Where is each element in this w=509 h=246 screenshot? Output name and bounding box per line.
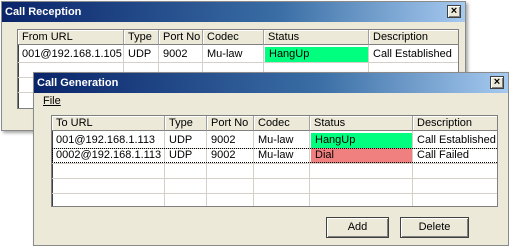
row-url: 001@192.168.1.113 (56, 134, 156, 146)
menu-file[interactable]: File (43, 95, 61, 107)
row-codec: Mu-law (258, 134, 294, 146)
row-port: 9002 (163, 48, 188, 60)
row-focus-outline (52, 148, 497, 163)
call-generation-window: Call Generation × File To URL Type Port … (33, 72, 509, 246)
add-button[interactable]: Add (326, 217, 389, 238)
row-url: 001@192.168.1.105 (22, 48, 122, 60)
row-type: UDP (169, 134, 193, 146)
table-row[interactable]: 001@192.168.1.105 UDP 9002 Mu-law HangUp… (18, 47, 458, 62)
status-badge: HangUp (311, 133, 412, 148)
grid-line (52, 193, 497, 194)
table-row[interactable]: 001@192.168.1.113 UDP 9002 Mu-law HangUp… (52, 133, 497, 148)
close-icon[interactable]: × (447, 5, 461, 18)
reception-col-header-status[interactable]: Status (264, 30, 369, 45)
row-description: Call Established (373, 48, 452, 60)
row-description: Call Established (417, 134, 496, 146)
grid-line (52, 178, 497, 179)
row-port: 9002 (211, 134, 236, 146)
row-type: UDP (128, 48, 152, 60)
reception-col-header-from-url[interactable]: From URL (18, 30, 124, 45)
generation-col-header-description[interactable]: Description (413, 116, 497, 131)
status-badge: HangUp (265, 47, 368, 62)
row-codec: Mu-law (207, 48, 243, 60)
reception-col-header-description[interactable]: Description (369, 30, 458, 45)
reception-col-header-type[interactable]: Type (124, 30, 159, 45)
call-generation-titlebar[interactable]: Call Generation × (34, 73, 508, 93)
grid-line (52, 163, 497, 164)
table-row[interactable]: 0002@192.168.1.113 UDP 9002 Mu-law Dial … (52, 148, 497, 163)
call-reception-titlebar[interactable]: Call Reception × (2, 2, 465, 22)
generation-call-list[interactable]: To URL Type Port No Codec Status Descrip… (51, 115, 498, 207)
generation-col-header-status[interactable]: Status (310, 116, 413, 131)
grid-line (18, 62, 458, 63)
generation-col-header-port-no[interactable]: Port No (207, 116, 254, 131)
reception-col-header-codec[interactable]: Codec (203, 30, 264, 45)
generation-col-header-to-url[interactable]: To URL (52, 116, 165, 131)
generation-col-header-codec[interactable]: Codec (254, 116, 310, 131)
call-reception-title: Call Reception (5, 6, 82, 18)
call-generation-title: Call Generation (37, 77, 119, 89)
generation-col-header-type[interactable]: Type (165, 116, 207, 131)
reception-col-header-port-no[interactable]: Port No (159, 30, 203, 45)
close-icon[interactable]: × (490, 76, 504, 89)
delete-button[interactable]: Delete (400, 217, 469, 238)
